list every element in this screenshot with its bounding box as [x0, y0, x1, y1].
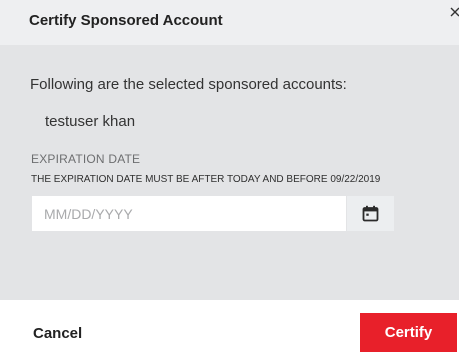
dialog-title: Certify Sponsored Account [29, 12, 223, 29]
close-icon[interactable] [450, 4, 459, 20]
expiration-date-note: THE EXPIRATION DATE MUST BE AFTER TODAY … [31, 174, 381, 185]
expiration-date-label: EXPIRATION DATE [31, 152, 141, 166]
dialog-body: Following are the selected sponsored acc… [0, 45, 459, 300]
certify-button[interactable]: Certify [360, 313, 457, 352]
dialog-header: Certify Sponsored Account [0, 0, 459, 45]
cancel-button[interactable]: Cancel [20, 314, 100, 352]
calendar-icon [362, 205, 379, 222]
selected-account-item: testuser khan [45, 113, 136, 130]
dialog-footer: Cancel Certify [0, 300, 459, 361]
expiration-date-input[interactable] [32, 196, 346, 231]
selected-accounts-intro: Following are the selected sponsored acc… [30, 76, 347, 93]
certify-sponsored-account-dialog: Certify Sponsored Account Following are … [0, 0, 459, 361]
calendar-button[interactable] [347, 196, 394, 231]
